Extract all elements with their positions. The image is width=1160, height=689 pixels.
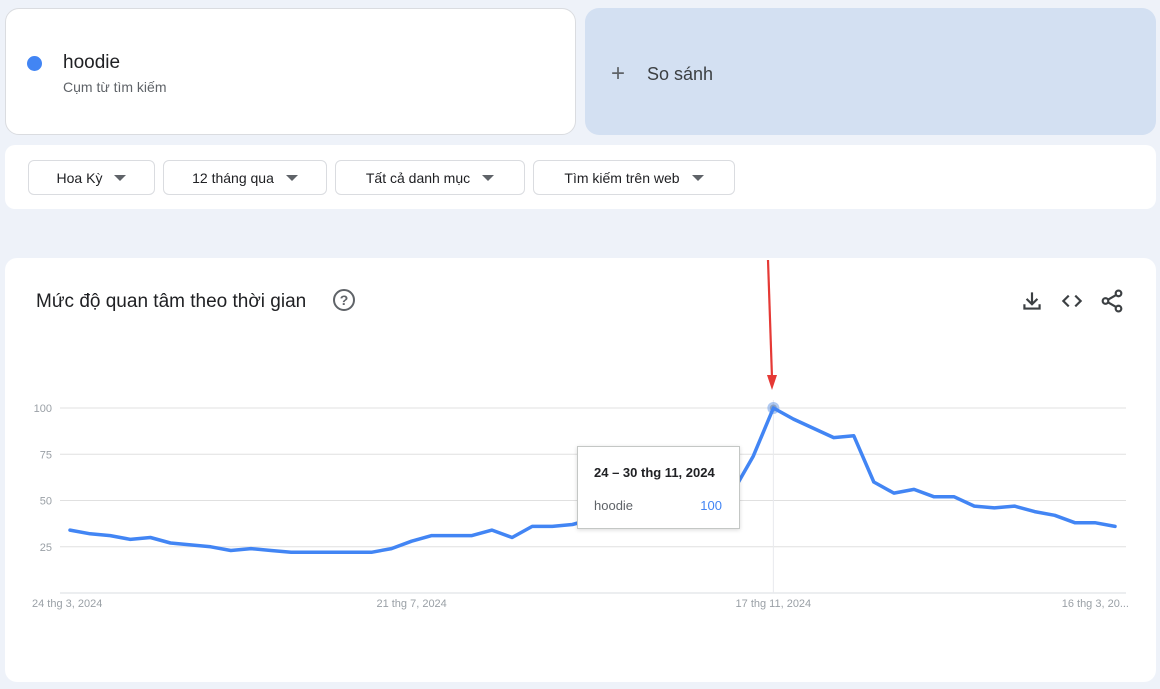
data-point — [792, 418, 795, 421]
x-tick-label: 17 thg 11, 2024 — [736, 598, 812, 610]
data-point — [551, 525, 554, 528]
data-point — [913, 488, 916, 491]
data-point — [772, 407, 775, 410]
data-point — [832, 436, 835, 439]
data-point — [1033, 510, 1036, 513]
data-point — [571, 523, 574, 526]
data-point — [350, 551, 353, 554]
x-axis-ticks: 24 thg 3, 2024 21 thg 7, 2024 17 thg 11, 2… — [32, 598, 1129, 610]
data-point — [390, 547, 393, 550]
data-point — [129, 538, 132, 541]
data-point — [169, 542, 172, 545]
data-point — [249, 547, 252, 550]
data-point — [290, 551, 293, 554]
data-point — [310, 551, 313, 554]
y-tick-label: 100 — [34, 403, 52, 415]
data-point — [370, 551, 373, 554]
data-point — [89, 532, 92, 535]
data-point — [872, 481, 875, 484]
chart-tooltip: 24 – 30 thg 11, 2024 hoodie 100 — [577, 446, 740, 529]
data-point — [933, 495, 936, 498]
y-tick-label: 50 — [40, 496, 52, 508]
x-tick-label: 21 thg 7, 2024 — [376, 598, 446, 610]
data-point — [69, 529, 72, 532]
data-point — [209, 545, 212, 548]
annotation-arrow-shaft — [766, 259, 774, 379]
data-point — [470, 534, 473, 537]
data-point — [953, 495, 956, 498]
x-tick-label: 24 thg 3, 2024 — [32, 598, 102, 610]
y-tick-label: 75 — [40, 449, 52, 461]
y-tick-label: 25 — [40, 542, 52, 554]
data-point — [852, 434, 855, 437]
data-point — [531, 525, 534, 528]
data-point — [189, 543, 192, 546]
data-point — [430, 534, 433, 537]
highlight-layer — [767, 400, 780, 593]
data-point — [892, 492, 895, 495]
data-point — [229, 549, 232, 552]
data-point — [1053, 514, 1056, 517]
tooltip-date: 24 – 30 thg 11, 2024 — [594, 465, 715, 480]
x-tick-label: 16 thg 3, 20... — [1062, 598, 1129, 610]
annotation-layer — [766, 259, 777, 390]
data-point — [1093, 521, 1096, 524]
data-point — [511, 536, 514, 539]
data-point — [973, 505, 976, 508]
y-axis-ticks: 25 50 75 100 — [34, 403, 52, 554]
line-chart[interactable]: 25 50 75 100 24 thg 3, 2024 21 thg 7, 2024 17… — [0, 0, 1160, 689]
data-point — [1073, 521, 1076, 524]
data-point — [491, 529, 494, 532]
data-point — [1114, 525, 1117, 528]
annotation-arrow-head — [767, 375, 777, 390]
data-point — [410, 540, 413, 543]
tooltip-series-name: hoodie — [594, 498, 634, 513]
data-point — [269, 549, 272, 552]
data-point — [149, 536, 152, 539]
data-point — [752, 455, 755, 458]
data-point — [330, 551, 333, 554]
data-point — [450, 534, 453, 537]
tooltip-value: 100 — [700, 498, 722, 513]
data-point — [993, 506, 996, 509]
data-point — [109, 534, 112, 537]
data-point — [812, 427, 815, 430]
data-point — [1013, 505, 1016, 508]
